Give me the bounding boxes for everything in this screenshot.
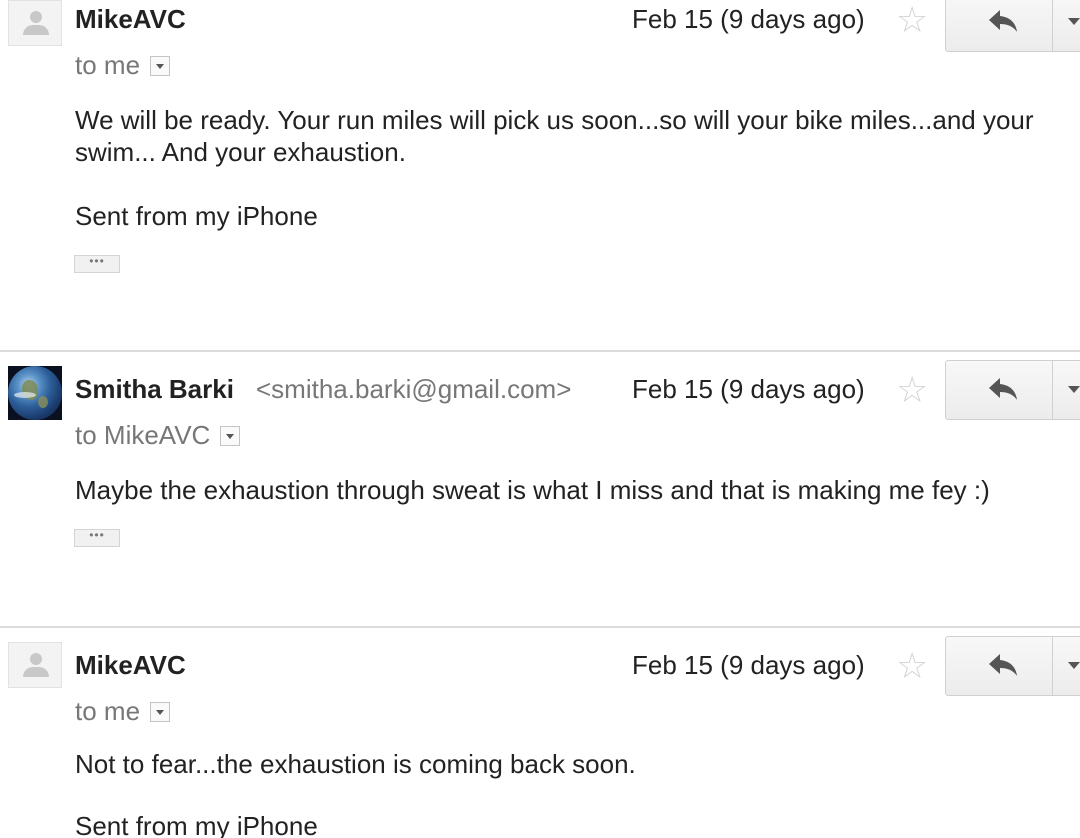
chevron-down-icon[interactable] — [1068, 18, 1080, 25]
details-dropdown-icon[interactable] — [150, 55, 171, 76]
reply-icon — [989, 378, 1017, 400]
message-body: We will be ready. Your run miles will pi… — [75, 104, 1070, 168]
signature: Sent from my iPhone — [75, 200, 1070, 232]
reply-icon — [989, 10, 1017, 32]
recipient-line[interactable]: to MikeAVC — [75, 420, 241, 451]
sender-avatar[interactable] — [8, 366, 62, 420]
recipient-line[interactable]: to me — [75, 696, 171, 727]
message-body: Maybe the exhaustion through sweat is wh… — [75, 474, 1070, 506]
person-icon — [30, 653, 42, 665]
sender-name[interactable]: MikeAVC — [75, 4, 186, 35]
message-card: MikeAVC Feb 15 (9 days ago) ☆ to me We w… — [0, 0, 1080, 350]
reply-button[interactable] — [945, 360, 1080, 420]
email-thread: MikeAVC Feb 15 (9 days ago) ☆ to me We w… — [0, 0, 1080, 838]
recipient-text: to me — [75, 50, 141, 80]
reply-icon — [989, 654, 1017, 676]
details-dropdown-icon[interactable] — [220, 425, 241, 446]
message-date[interactable]: Feb 15 (9 days ago) — [632, 650, 865, 681]
sender-email: <smitha.barki@gmail.com> — [256, 374, 572, 404]
recipient-text: to MikeAVC — [75, 420, 211, 450]
show-trimmed-content-button[interactable]: ••• — [74, 529, 120, 547]
details-dropdown-icon[interactable] — [150, 701, 171, 722]
message-body: Not to fear...the exhaustion is coming b… — [75, 748, 1070, 780]
sender-avatar[interactable] — [8, 0, 62, 46]
message-date[interactable]: Feb 15 (9 days ago) — [632, 4, 865, 35]
sender-name[interactable]: MikeAVC — [75, 650, 186, 681]
star-icon[interactable]: ☆ — [896, 648, 928, 684]
chevron-down-icon[interactable] — [1068, 662, 1080, 669]
recipient-text: to me — [75, 696, 141, 726]
body-paragraph: Not to fear...the exhaustion is coming b… — [75, 749, 636, 779]
show-trimmed-content-button[interactable]: ••• — [74, 255, 120, 273]
chevron-down-icon[interactable] — [1068, 386, 1080, 393]
person-icon — [30, 11, 42, 23]
signature: Sent from my iPhone — [75, 810, 1070, 838]
signature-text: Sent from my iPhone — [75, 811, 318, 838]
reply-button[interactable] — [945, 0, 1080, 52]
sender-name[interactable]: Smitha Barki — [75, 374, 234, 405]
recipient-line[interactable]: to me — [75, 50, 171, 81]
star-icon[interactable]: ☆ — [896, 2, 928, 38]
message-card: Smitha Barki <smitha.barki@gmail.com> Fe… — [0, 352, 1080, 626]
body-paragraph: We will be ready. Your run miles will pi… — [75, 105, 1034, 167]
message-card: MikeAVC Feb 15 (9 days ago) ☆ to me Not … — [0, 628, 1080, 838]
signature-text: Sent from my iPhone — [75, 201, 318, 231]
star-icon[interactable]: ☆ — [896, 372, 928, 408]
sender-avatar[interactable] — [8, 642, 62, 688]
message-date[interactable]: Feb 15 (9 days ago) — [632, 374, 865, 405]
body-paragraph: Maybe the exhaustion through sweat is wh… — [75, 475, 990, 505]
reply-button[interactable] — [945, 636, 1080, 696]
